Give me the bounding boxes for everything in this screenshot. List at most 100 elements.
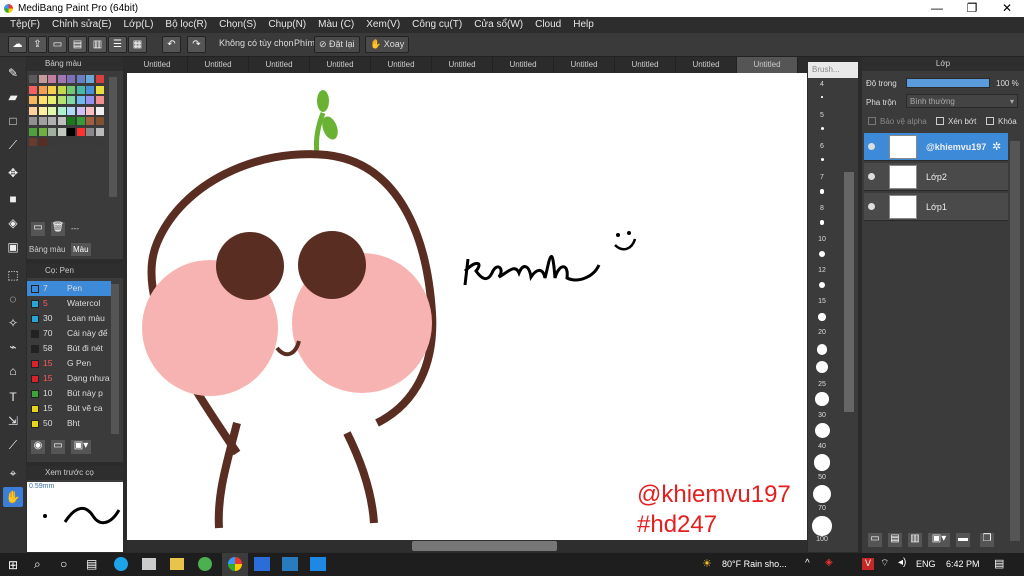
color-swatch[interactable] <box>76 85 85 94</box>
color-swatch[interactable] <box>48 85 56 94</box>
new-layer-icon[interactable]: ▭ <box>868 533 882 547</box>
document-tab[interactable]: Untitled <box>676 57 737 73</box>
brush-item[interactable]: 58 Bút đi nét <box>27 341 111 356</box>
line-tool-icon[interactable]: ⟋ <box>3 135 23 155</box>
brush-size-dot[interactable] <box>812 516 832 536</box>
color-swatch[interactable] <box>76 96 85 104</box>
color-swatch[interactable] <box>29 85 37 94</box>
page-icon[interactable]: ▭ <box>51 440 65 454</box>
color-swatch[interactable] <box>67 138 75 146</box>
color-swatch[interactable] <box>76 106 85 115</box>
color-swatch[interactable] <box>48 75 56 83</box>
brush-item[interactable]: 10 Bút này p <box>27 386 111 401</box>
volume-icon[interactable]: ◂) <box>898 557 906 568</box>
swatch-grid[interactable] <box>27 73 107 153</box>
gear-icon[interactable]: ✲ <box>992 140 1001 153</box>
color-swatch[interactable] <box>29 117 37 125</box>
brush-size-label[interactable]: 40 <box>808 443 836 450</box>
color-swatch[interactable] <box>86 75 94 83</box>
notification-icon[interactable]: ▤ <box>994 557 1004 570</box>
brush-tool-icon[interactable]: ✎ <box>3 63 23 83</box>
add-brush-icon[interactable]: ◉ <box>31 440 45 454</box>
color-swatch[interactable] <box>38 75 47 83</box>
document-tab[interactable]: Untitled <box>615 57 676 73</box>
color-swatch[interactable] <box>67 85 75 94</box>
eraser-tool-icon[interactable]: ▰ <box>3 87 23 107</box>
zoom-icon[interactable] <box>254 557 270 571</box>
scroll-thumb[interactable] <box>412 541 557 551</box>
document-tab[interactable]: Untitled <box>737 57 798 73</box>
new-page-icon[interactable]: ▭ <box>31 222 45 236</box>
layer-scrollbar[interactable] <box>1010 141 1020 541</box>
cloud-icon[interactable]: ☁ <box>8 36 27 53</box>
brush-item[interactable]: 70 Cái này để <box>27 326 111 341</box>
brush-item[interactable]: 50 Bht <box>27 416 111 431</box>
color-swatch[interactable] <box>57 85 66 94</box>
store-icon[interactable] <box>142 558 156 570</box>
undo-icon[interactable]: ↶ <box>162 36 181 53</box>
brush-size-label[interactable]: 70 <box>808 505 836 512</box>
color-swatch[interactable] <box>57 138 66 146</box>
brush-size-label[interactable]: 8 <box>808 205 836 212</box>
brush-size-dot[interactable] <box>816 361 828 373</box>
menu-edit[interactable]: Chỉnh sửa(E) <box>46 17 118 33</box>
lock-checkbox[interactable] <box>986 117 994 125</box>
brush-size-label[interactable]: 5 <box>808 112 836 119</box>
size-scrollbar[interactable] <box>844 172 854 412</box>
brush-size-dot[interactable] <box>819 251 825 257</box>
reset-view-button[interactable]: ⊘ Đặt lại <box>314 36 360 53</box>
brush-item[interactable]: 30 Loan màu <box>27 311 111 326</box>
color-swatch[interactable] <box>29 127 37 136</box>
layer-row[interactable]: Lớp2 <box>864 163 1008 191</box>
maximize-button[interactable]: ❐ <box>955 0 989 17</box>
layer-row[interactable]: @khiemvu197 ✲ <box>864 133 1008 161</box>
document-tab[interactable]: Untitled <box>493 57 554 73</box>
blend-select[interactable]: Bình thường ▾ <box>906 94 1018 108</box>
color-swatch[interactable] <box>38 138 47 146</box>
text-tool-icon[interactable]: T <box>3 387 23 407</box>
widgets-icon[interactable]: ▤ <box>86 557 97 571</box>
color-swatch[interactable] <box>95 127 104 136</box>
merge-layer-icon[interactable]: ▥ <box>908 533 922 547</box>
horizontal-scrollbar[interactable] <box>127 540 807 552</box>
document-tab[interactable]: Untitled <box>554 57 615 73</box>
color-swatch[interactable] <box>67 127 75 136</box>
trash-icon[interactable]: 🗑 <box>51 222 65 236</box>
magic-wand-icon[interactable]: ✧ <box>3 313 23 333</box>
color-swatch[interactable] <box>86 117 94 125</box>
brush-size-label[interactable]: 100 <box>808 536 836 543</box>
operation-tool-icon[interactable]: ⇲ <box>3 411 23 431</box>
brush-size-label[interactable]: 20 <box>808 329 836 336</box>
brush-item[interactable]: 15 Bút vẽ ca <box>27 401 111 416</box>
brush-size-dot[interactable] <box>818 313 826 321</box>
brush-size-label[interactable]: 50 <box>808 474 836 481</box>
brush-size-label[interactable]: 30 <box>808 412 836 419</box>
brush-size-dot[interactable] <box>816 344 828 355</box>
lasso-icon[interactable]: ◌ <box>3 289 23 309</box>
search-icon[interactable]: ⌕ <box>34 557 41 572</box>
menu-layer[interactable]: Lớp(L) <box>118 17 160 33</box>
folder-icon[interactable]: ▬ <box>956 533 970 547</box>
brush-size-dot[interactable] <box>819 282 825 288</box>
color-swatch[interactable] <box>57 75 66 83</box>
task-view-icon[interactable]: ○ <box>60 557 67 571</box>
menu-snap[interactable]: Chụp(N) <box>262 17 312 33</box>
color-swatch[interactable] <box>86 106 94 115</box>
add-layer-menu-icon[interactable]: ▣▾ <box>928 533 950 547</box>
menu-view[interactable]: Xem(V) <box>360 17 406 33</box>
color-swatch[interactable] <box>29 75 37 83</box>
color-swatch[interactable] <box>57 117 66 125</box>
divide-tool-icon[interactable]: ⟋ <box>3 435 23 455</box>
brush-menu-icon[interactable]: ▣▾ <box>71 440 91 454</box>
tab-palette[interactable]: Bảng màu <box>27 243 67 256</box>
redo-icon[interactable]: ↷ <box>187 36 206 53</box>
menu-window[interactable]: Cửa sổ(W) <box>468 17 529 33</box>
select-rect-icon[interactable]: ⬚ <box>3 265 23 285</box>
color-swatch[interactable] <box>67 96 75 104</box>
protect-alpha-checkbox[interactable] <box>868 117 876 125</box>
brush-size-dot[interactable] <box>821 96 823 98</box>
message-icon[interactable]: ▤ <box>68 36 87 53</box>
color-swatch[interactable] <box>95 75 104 83</box>
color-swatch[interactable] <box>38 106 47 115</box>
gradient-tool-icon[interactable]: ▣ <box>3 237 23 257</box>
